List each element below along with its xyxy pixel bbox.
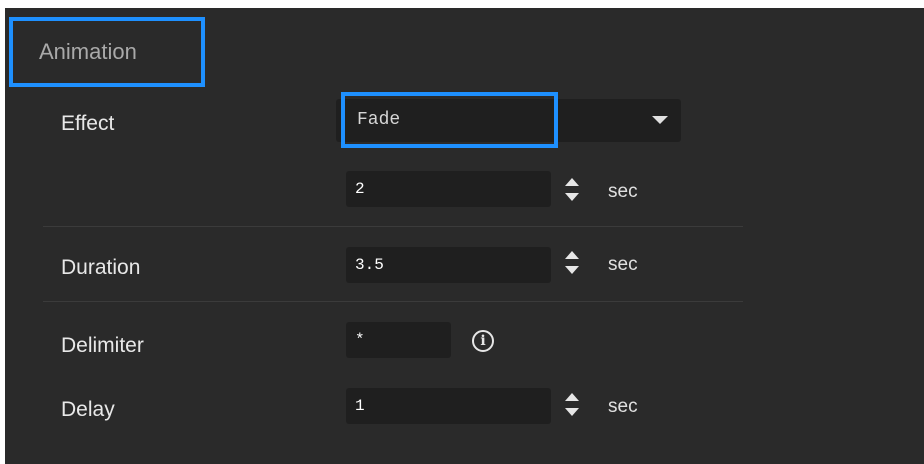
stepper-up-icon[interactable]: [565, 393, 579, 401]
animation-panel: Animation Effect Fade 2 sec Duration 3.5…: [5, 8, 924, 464]
stepper-down-icon[interactable]: [565, 193, 579, 201]
stepper-down-icon[interactable]: [565, 408, 579, 416]
effect-time-unit: sec: [608, 181, 638, 202]
delay-input[interactable]: 1: [346, 388, 551, 424]
delimiter-input[interactable]: *: [346, 322, 451, 358]
delay-stepper[interactable]: [565, 393, 581, 423]
stepper-up-icon[interactable]: [565, 251, 579, 259]
effect-label: Effect: [61, 112, 115, 135]
duration-unit: sec: [608, 254, 638, 275]
chevron-down-icon[interactable]: [652, 116, 668, 124]
delimiter-label: Delimiter: [61, 334, 144, 357]
stepper-up-icon[interactable]: [565, 178, 579, 186]
effect-time-input[interactable]: 2: [346, 171, 551, 207]
duration-label: Duration: [61, 256, 141, 279]
section-title: Animation: [9, 17, 205, 87]
delay-label: Delay: [61, 398, 115, 421]
stepper-down-icon[interactable]: [565, 266, 579, 274]
effect-select-value[interactable]: Fade: [341, 92, 558, 148]
duration-stepper[interactable]: [565, 251, 581, 281]
info-icon[interactable]: i: [472, 330, 494, 352]
divider: [43, 226, 743, 227]
effect-time-stepper[interactable]: [565, 178, 581, 208]
divider: [43, 301, 743, 302]
delay-unit: sec: [608, 396, 638, 417]
duration-input[interactable]: 3.5: [346, 247, 551, 283]
